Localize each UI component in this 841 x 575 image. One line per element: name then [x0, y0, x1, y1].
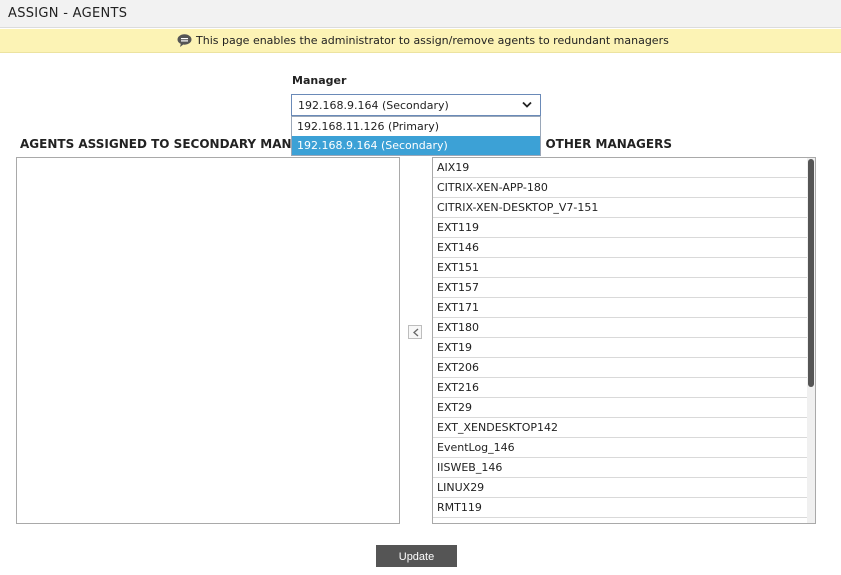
list-item[interactable]: EXT151	[433, 258, 808, 278]
list-item[interactable]: EXT171	[433, 298, 808, 318]
title-bar: ASSIGN - AGENTS	[0, 0, 841, 28]
list-item[interactable]: EXT119	[433, 218, 808, 238]
chevron-left-icon	[413, 328, 419, 337]
update-button[interactable]: Update	[376, 545, 457, 567]
manager-dropdown: 192.168.11.126 (Primary) 192.168.9.164 (…	[291, 116, 541, 156]
assigned-agents-list[interactable]	[16, 157, 400, 524]
list-item[interactable]: EXT29	[433, 398, 808, 418]
list-item-label: IISWEB_146	[437, 461, 503, 474]
list-item[interactable]: IISWEB_146	[433, 458, 808, 478]
manager-select[interactable]: 192.168.9.164 (Secondary)	[291, 94, 541, 116]
list-item[interactable]: EventLog_146	[433, 438, 808, 458]
list-item-label: CITRIX-XEN-DESKTOP_V7-151	[437, 201, 599, 214]
list-item-label: EXT157	[437, 281, 480, 294]
list-item-label: EventLog_146	[437, 441, 515, 454]
list-item[interactable]: EXT157	[433, 278, 808, 298]
list-item[interactable]: EXT180	[433, 318, 808, 338]
chat-bubble-icon	[177, 34, 192, 47]
list-item[interactable]: CITRIX-XEN-APP-180	[433, 178, 808, 198]
list-item[interactable]: LINUX29	[433, 478, 808, 498]
list-item-label: EXT29	[437, 401, 473, 414]
page-title: ASSIGN - AGENTS	[8, 6, 128, 21]
manager-option-primary[interactable]: 192.168.11.126 (Primary)	[292, 117, 540, 136]
list-item[interactable]: CITRIX-XEN-DESKTOP_V7-151	[433, 198, 808, 218]
list-item-label: EXT_XENDESKTOP142	[437, 421, 558, 434]
move-left-button[interactable]	[408, 325, 422, 339]
list-item-label: EXT146	[437, 241, 480, 254]
list-item-label: EXT206	[437, 361, 480, 374]
list-item-label: AIX19	[437, 161, 470, 174]
list-item-label: EXT119	[437, 221, 480, 234]
list-item-label: CITRIX-XEN-APP-180	[437, 181, 548, 194]
list-item-label: EXT171	[437, 301, 480, 314]
info-text: This page enables the administrator to a…	[196, 34, 669, 47]
info-banner: This page enables the administrator to a…	[0, 29, 841, 53]
list-item[interactable]: EXT_XENDESKTOP142	[433, 418, 808, 438]
list-item[interactable]: EXT206	[433, 358, 808, 378]
list-item[interactable]: RMT119	[433, 498, 808, 518]
list-item-label: EXT180	[437, 321, 480, 334]
list-item-label: RMT119	[437, 501, 482, 514]
scrollbar-thumb[interactable]	[808, 159, 814, 387]
list-item[interactable]: EXT19	[433, 338, 808, 358]
list-item[interactable]: EXT216	[433, 378, 808, 398]
manager-label: Manager	[292, 74, 347, 87]
agent-list: AIX19 CITRIX-XEN-APP-180 CITRIX-XEN-DESKTO…	[433, 158, 808, 518]
list-item-label: EXT151	[437, 261, 480, 274]
chevron-down-icon	[522, 101, 532, 108]
list-item-label: EXT216	[437, 381, 480, 394]
other-agents-list[interactable]: AIX19 CITRIX-XEN-APP-180 CITRIX-XEN-DESKTO…	[432, 157, 816, 524]
list-item-label: LINUX29	[437, 481, 485, 494]
manager-selected-value: 192.168.9.164 (Secondary)	[298, 99, 449, 112]
list-item[interactable]: AIX19	[433, 158, 808, 178]
list-item[interactable]: EXT146	[433, 238, 808, 258]
list-item-label: EXT19	[437, 341, 473, 354]
scrollbar[interactable]	[807, 158, 815, 523]
manager-option-secondary[interactable]: 192.168.9.164 (Secondary)	[292, 136, 540, 155]
